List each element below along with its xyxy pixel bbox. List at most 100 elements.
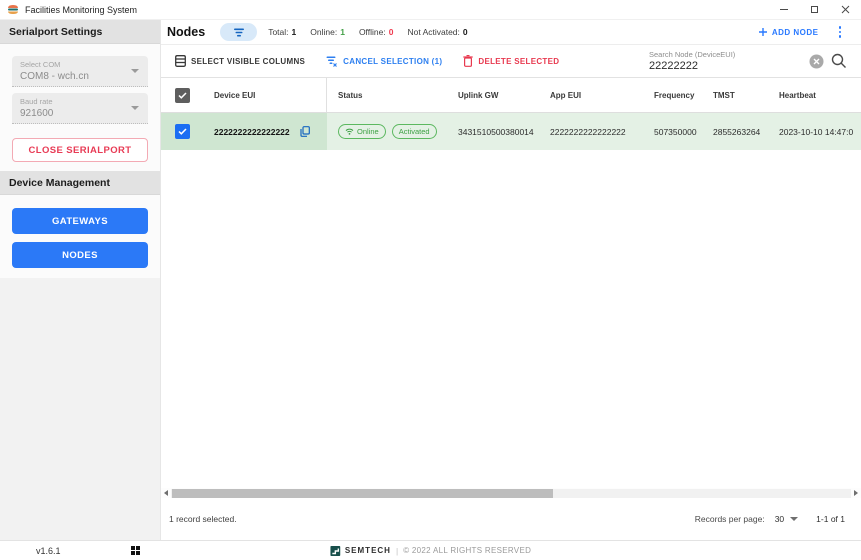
close-icon: [841, 5, 850, 14]
online-badge: Online: [338, 124, 386, 139]
search-input[interactable]: Search Node (DeviceEUI) 22222222: [649, 50, 809, 73]
cancel-selection-label: CANCEL SELECTION (1): [343, 57, 442, 66]
column-frequency[interactable]: Frequency: [649, 78, 711, 112]
scrollbar-thumb[interactable]: [172, 489, 553, 498]
filter-button[interactable]: [220, 23, 257, 41]
scroll-right-button[interactable]: [851, 490, 861, 496]
total-count-value: 1: [292, 27, 297, 37]
clear-search-button[interactable]: [809, 54, 824, 69]
activated-badge: Activated: [392, 124, 437, 139]
com-port-label: Select COM: [20, 60, 140, 69]
online-count: Online: 1: [310, 27, 345, 37]
column-app-eui[interactable]: App EUI: [548, 78, 649, 112]
activated-badge-label: Activated: [399, 127, 430, 136]
app-logo-icon: [7, 4, 19, 15]
columns-icon: [175, 55, 186, 67]
toolbar: SELECT VISIBLE COLUMNS CANCEL SELECTION …: [161, 45, 861, 78]
offline-count-label: Offline:: [359, 27, 386, 37]
total-count: Total: 1: [268, 27, 296, 37]
nodes-button[interactable]: NODES: [12, 242, 148, 268]
add-node-button[interactable]: ADD NODE: [758, 27, 819, 37]
uplink-gw-cell: 3431510500380014: [451, 113, 548, 150]
column-tmst[interactable]: TMST: [711, 78, 777, 112]
table-row[interactable]: 2222222222222222: [161, 113, 861, 150]
search-input-value: 22222222: [649, 60, 809, 73]
search-placeholder-label: Search Node (DeviceEUI): [649, 50, 809, 59]
main-header: Nodes Total: 1 Online: 1: [161, 20, 861, 45]
minimize-button[interactable]: [768, 0, 799, 19]
cancel-filter-icon: [326, 56, 338, 67]
search-button[interactable]: [831, 53, 847, 69]
table-footer: 1 record selected. Records per page: 30 …: [161, 498, 861, 540]
frequency-cell: 507350000: [649, 113, 711, 150]
com-port-select[interactable]: Select COM COM8 - wch.cn: [12, 56, 148, 87]
maximize-button[interactable]: [799, 0, 830, 19]
sidebar: Serialport Settings Select COM COM8 - wc…: [0, 20, 161, 540]
table-empty-area: [161, 150, 861, 488]
not-activated-count-label: Not Activated:: [407, 27, 459, 37]
copyright-text: © 2022 ALL RIGHTS RESERVED: [403, 546, 531, 555]
serialport-panel: Select COM COM8 - wch.cn Baud rate 92160…: [0, 44, 160, 171]
selection-status: 1 record selected.: [169, 514, 237, 524]
device-eui-cell: 2222222222222222: [209, 113, 327, 150]
status-cell: Online Activated: [327, 113, 451, 150]
app-window: Facilities Monitoring System Serialport …: [0, 0, 861, 560]
sidebar-filler: [0, 278, 160, 540]
gateways-button[interactable]: GATEWAYS: [12, 208, 148, 234]
wifi-icon: [345, 128, 354, 135]
select-visible-columns-label: SELECT VISIBLE COLUMNS: [191, 57, 305, 66]
brand-footer: SEMTECH | © 2022 ALL RIGHTS RESERVED: [330, 546, 531, 556]
version-label: v1.6.1: [36, 546, 61, 556]
copy-device-eui-button[interactable]: [300, 126, 310, 137]
column-status[interactable]: Status: [327, 78, 451, 112]
delete-selected-label: DELETE SELECTED: [478, 57, 559, 66]
horizontal-scrollbar[interactable]: [161, 488, 861, 498]
not-activated-count-value: 0: [463, 27, 468, 37]
total-count-label: Total:: [268, 27, 288, 37]
arrow-left-icon: [164, 490, 168, 496]
online-badge-label: Online: [357, 127, 379, 136]
column-heartbeat[interactable]: Heartbeat: [777, 78, 861, 112]
column-device-eui[interactable]: Device EUI: [209, 78, 327, 112]
scrollbar-track[interactable]: [171, 489, 851, 498]
device-eui-value: 2222222222222222: [214, 127, 290, 137]
check-icon: [178, 92, 187, 99]
check-icon: [178, 128, 187, 135]
close-button[interactable]: [830, 0, 861, 19]
window-controls: [768, 0, 861, 19]
brand-name: SEMTECH: [345, 546, 391, 555]
statusbar: v1.6.1 SEMTECH | © 2022 ALL RIGHTS RESER…: [0, 540, 861, 560]
copy-icon: [300, 126, 310, 137]
records-per-page-chevron-icon[interactable]: [790, 517, 798, 521]
node-counts: Total: 1 Online: 1 Offline: 0 Not Activa…: [268, 27, 467, 37]
heartbeat-cell: 2023-10-10 14:47:0: [777, 113, 861, 150]
filter-icon: [233, 28, 245, 37]
serialport-settings-header: Serialport Settings: [0, 20, 160, 44]
trash-icon: [463, 55, 473, 67]
minimize-icon: [780, 9, 788, 10]
window-title: Facilities Monitoring System: [25, 5, 137, 15]
search-node-field: Search Node (DeviceEUI) 22222222: [649, 50, 847, 73]
records-per-page-value[interactable]: 30: [775, 514, 784, 524]
row-checkbox[interactable]: [175, 124, 190, 139]
more-options-button[interactable]: [835, 24, 846, 40]
select-visible-columns-button[interactable]: SELECT VISIBLE COLUMNS: [175, 55, 305, 67]
apps-grid-icon[interactable]: [131, 546, 140, 555]
semtech-logo-icon: [330, 546, 340, 556]
close-serialport-button[interactable]: CLOSE SERIALPORT: [12, 138, 148, 162]
titlebar: Facilities Monitoring System: [0, 0, 861, 20]
delete-selected-button[interactable]: DELETE SELECTED: [463, 55, 559, 67]
offline-count-value: 0: [389, 27, 394, 37]
clear-circle-icon: [809, 54, 824, 69]
pagination: Records per page: 30 1-1 of 1: [695, 514, 845, 524]
column-uplink-gw[interactable]: Uplink GW: [451, 78, 548, 112]
select-all-checkbox[interactable]: [175, 88, 190, 103]
page-range: 1-1 of 1: [816, 514, 845, 524]
maximize-icon: [811, 6, 818, 13]
baud-rate-select[interactable]: Baud rate 921600: [12, 93, 148, 124]
scroll-left-button[interactable]: [161, 490, 171, 496]
row-checkbox-cell: [161, 113, 209, 150]
cancel-selection-button[interactable]: CANCEL SELECTION (1): [326, 56, 442, 67]
search-icon: [831, 53, 847, 69]
offline-count: Offline: 0: [359, 27, 394, 37]
